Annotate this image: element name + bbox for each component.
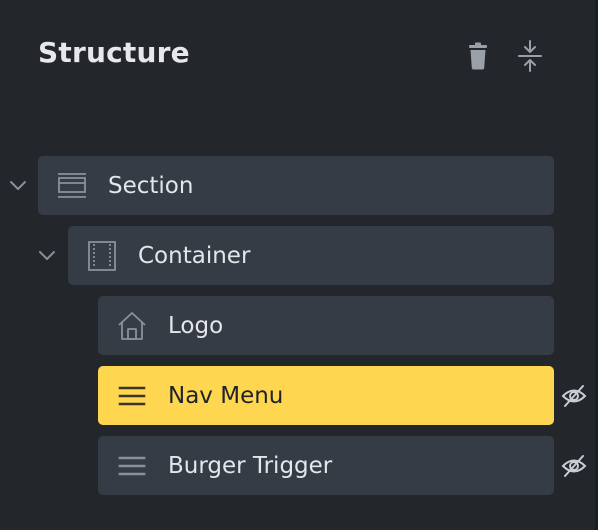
menu-lines-icon (116, 450, 148, 482)
home-icon (116, 310, 148, 342)
section-icon (56, 170, 88, 202)
panel-title: Structure (38, 36, 190, 69)
eye-slash-icon[interactable] (560, 382, 588, 410)
tree-item-label: Section (108, 172, 194, 199)
menu-lines-icon (116, 380, 148, 412)
collapse-vertical-icon[interactable] (516, 39, 544, 73)
container-icon (86, 240, 118, 272)
tree-item-section[interactable]: Section (38, 156, 554, 215)
trash-icon[interactable] (464, 39, 492, 73)
tree-item-label: Burger Trigger (168, 452, 333, 479)
tree-item-nav-menu[interactable]: Nav Menu (98, 366, 554, 425)
chevron-down-icon[interactable] (8, 176, 28, 196)
tree-item-burger-trigger[interactable]: Burger Trigger (98, 436, 554, 495)
tree-item-label: Container (138, 242, 251, 269)
chevron-down-icon[interactable] (37, 246, 57, 266)
tree-item-label: Nav Menu (168, 382, 284, 409)
eye-slash-icon[interactable] (560, 452, 588, 480)
structure-panel: Structure Section Container Logo Nav Men… (0, 0, 598, 530)
tree-item-container[interactable]: Container (68, 226, 554, 285)
tree-item-logo[interactable]: Logo (98, 296, 554, 355)
tree-item-label: Logo (168, 312, 224, 339)
